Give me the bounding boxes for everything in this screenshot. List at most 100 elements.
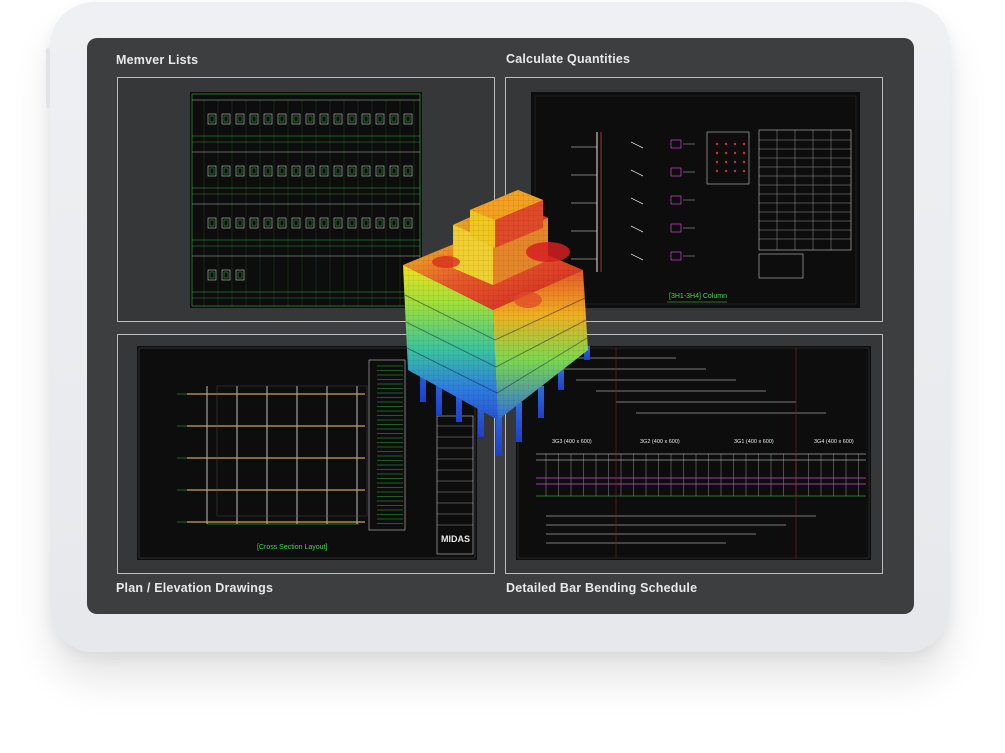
cad-linework <box>724 151 728 155</box>
cad-linework <box>263 113 273 125</box>
tablet-side-button <box>46 48 50 108</box>
cad-linework <box>209 115 215 123</box>
cad-linework <box>235 269 245 281</box>
cad-linework <box>742 142 746 146</box>
cad-linework <box>191 93 421 307</box>
cad-linework <box>291 165 301 177</box>
cad-linework <box>715 160 719 164</box>
bar-bending-title: Detailed Bar Bending Schedule <box>506 581 698 595</box>
cad-linework <box>237 167 243 175</box>
cad-linework <box>221 269 231 281</box>
cad-linework <box>221 217 231 229</box>
cad-linework <box>221 165 231 177</box>
cad-linework <box>670 251 682 261</box>
cad-linework <box>347 217 357 229</box>
cad-linework <box>742 151 746 155</box>
cad-linework <box>335 115 341 123</box>
cad-linework <box>307 115 313 123</box>
cad-linework <box>223 271 229 279</box>
cad-linework <box>221 113 231 125</box>
cad-linework <box>279 167 285 175</box>
cad-linework <box>265 167 271 175</box>
cad-linework <box>305 165 315 177</box>
cad-linework <box>265 219 271 227</box>
cad-linework <box>277 217 287 229</box>
cad-linework <box>361 165 371 177</box>
cad-linework <box>391 167 397 175</box>
cad-linework <box>207 269 217 281</box>
cad-linework <box>263 165 273 177</box>
cad-linework <box>223 167 229 175</box>
cad-linework <box>277 113 287 125</box>
cad-linework <box>249 165 259 177</box>
cad-linework <box>363 115 369 123</box>
cad-linework <box>235 217 245 229</box>
cad-linework <box>223 115 229 123</box>
cad-linework <box>249 217 259 229</box>
cad-linework <box>335 167 341 175</box>
cad-linework <box>349 219 355 227</box>
cad-linework <box>391 115 397 123</box>
cad-linework <box>237 115 243 123</box>
cad-linework <box>706 131 750 185</box>
cad-linework <box>733 169 737 173</box>
member-list-drawing <box>190 92 422 308</box>
cad-linework <box>291 113 301 125</box>
cad-linework <box>319 165 329 177</box>
cad-linework <box>724 160 728 164</box>
cad-linework <box>263 217 273 229</box>
cad-linework <box>405 167 411 175</box>
cad-linework <box>377 219 383 227</box>
cad-linework <box>333 165 343 177</box>
beam-label-4: 3G4 (400 x 600) <box>814 439 854 445</box>
cad-linework <box>375 113 385 125</box>
beam-label-2: 3G2 (400 x 600) <box>640 439 680 445</box>
cad-linework <box>321 167 327 175</box>
cad-linework <box>335 219 341 227</box>
cad-linework <box>207 165 217 177</box>
cad-linework <box>361 113 371 125</box>
cad-linework <box>277 165 287 177</box>
cad-linework <box>363 219 369 227</box>
midas-logo: MIDAS <box>441 534 470 544</box>
cad-linework <box>724 142 728 146</box>
cad-linework <box>319 217 329 229</box>
cad-linework <box>237 271 243 279</box>
cad-linework <box>630 141 644 149</box>
cad-linework <box>223 219 229 227</box>
cad-linework <box>389 113 399 125</box>
cad-linework <box>279 115 285 123</box>
cad-linework <box>265 115 271 123</box>
cad-linework <box>207 113 217 125</box>
cad-linework <box>630 225 644 233</box>
cad-linework <box>715 169 719 173</box>
cad-linework <box>207 217 217 229</box>
cad-linework <box>375 165 385 177</box>
cad-linework <box>742 160 746 164</box>
cad-linework <box>391 219 397 227</box>
cad-linework <box>305 113 315 125</box>
cad-linework <box>363 167 369 175</box>
cad-linework <box>670 195 682 205</box>
cad-linework <box>319 113 329 125</box>
cad-linework <box>307 219 313 227</box>
cad-linework <box>251 115 257 123</box>
cad-linework <box>333 217 343 229</box>
cad-linework <box>291 217 301 229</box>
cad-linework <box>235 165 245 177</box>
cad-linework <box>209 219 215 227</box>
calculate-quantities-title: Calculate Quantities <box>506 52 631 66</box>
cad-linework <box>237 219 243 227</box>
cad-linework <box>347 165 357 177</box>
cad-linework <box>279 219 285 227</box>
cad-linework <box>389 165 399 177</box>
cad-linework <box>377 167 383 175</box>
cad-linework <box>293 219 299 227</box>
cad-linework <box>249 113 259 125</box>
cad-linework <box>670 167 682 177</box>
cad-linework <box>305 217 315 229</box>
plan-elevation-title: Plan / Elevation Drawings <box>116 581 274 595</box>
cad-linework <box>251 219 257 227</box>
cad-linework <box>321 219 327 227</box>
cad-linework <box>670 139 682 149</box>
